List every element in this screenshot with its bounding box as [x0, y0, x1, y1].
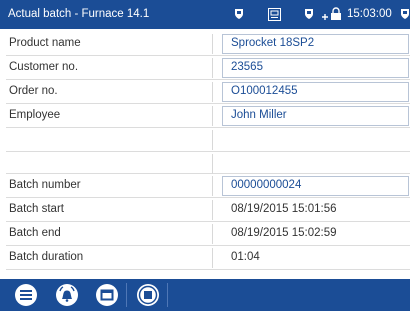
batch-number-value[interactable]: 00000000024	[231, 179, 301, 191]
batch-end-value: 08/19/2015 15:02:59	[231, 227, 337, 239]
field-row-employee: Employee John Miller	[6, 104, 410, 128]
row-divider	[212, 106, 213, 126]
lock-network-icon[interactable]	[319, 6, 345, 22]
field-label: Batch end	[9, 227, 61, 239]
customer-no-value[interactable]: 23565	[231, 61, 263, 73]
window-icon[interactable]	[89, 279, 125, 311]
row-divider	[212, 34, 213, 54]
field-row-product-name: Product name Sprocket 18SP2	[6, 32, 410, 56]
row-divider	[212, 130, 213, 150]
bottom-toolbar	[0, 279, 410, 311]
shield-icon[interactable]	[232, 6, 246, 22]
shield-icon[interactable]	[400, 6, 410, 22]
field-row-batch-number: Batch number 00000000024	[6, 174, 410, 198]
row-divider	[212, 176, 213, 196]
field-row-batch-end: Batch end 08/19/2015 15:02:59	[6, 222, 410, 246]
row-divider	[212, 58, 213, 78]
row-divider	[212, 200, 213, 220]
stop-icon[interactable]	[130, 279, 166, 311]
row-divider	[212, 154, 213, 174]
product-name-value[interactable]: Sprocket 18SP2	[231, 37, 314, 49]
window-title: Actual batch - Furnace 14.1	[8, 8, 150, 20]
title-bar: Actual batch - Furnace 14.1 15:03:00	[0, 0, 410, 29]
batch-start-value: 08/19/2015 15:01:56	[231, 203, 337, 215]
row-divider	[212, 248, 213, 268]
batch-duration-value: 01:04	[231, 251, 260, 263]
field-row-batch-start: Batch start 08/19/2015 15:01:56	[6, 198, 410, 222]
row-divider	[212, 82, 213, 102]
alarm-bell-icon[interactable]	[49, 279, 85, 311]
field-label: Employee	[9, 109, 61, 121]
field-row-batch-duration: Batch duration 01:04	[6, 246, 410, 270]
field-row-empty	[6, 152, 410, 174]
field-label: Customer no.	[9, 61, 79, 73]
toolbar-separator	[167, 283, 168, 307]
list-icon[interactable]	[8, 279, 44, 311]
clock-time: 15:03:00	[347, 8, 392, 20]
row-divider	[212, 224, 213, 244]
order-no-value[interactable]: O100012455	[231, 85, 298, 97]
field-row-empty	[6, 128, 410, 152]
field-row-order-no: Order no. O100012455	[6, 80, 410, 104]
field-label: Order no.	[9, 85, 58, 97]
field-label: Batch start	[9, 203, 64, 215]
shield-icon[interactable]	[302, 6, 316, 22]
field-row-customer-no: Customer no. 23565	[6, 56, 410, 80]
field-label: Product name	[9, 37, 81, 49]
settings-box-icon[interactable]	[266, 6, 282, 22]
field-label: Batch duration	[9, 251, 84, 263]
employee-value[interactable]: John Miller	[231, 109, 287, 121]
field-label: Batch number	[9, 179, 81, 191]
toolbar-separator	[126, 283, 127, 307]
